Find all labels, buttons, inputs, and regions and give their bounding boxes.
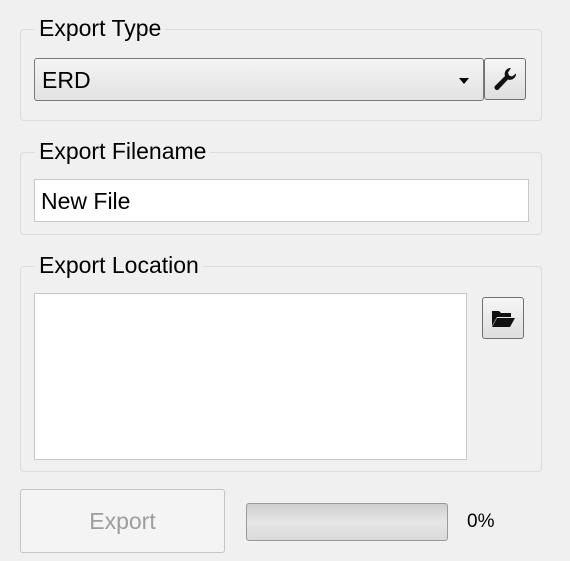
export-filename-input[interactable]: New File — [34, 179, 529, 222]
export-filename-label: Export Filename — [35, 137, 211, 165]
export-location-label: Export Location — [35, 251, 203, 279]
export-filename-value: New File — [41, 188, 131, 214]
export-location-group: Export Location — [20, 251, 542, 472]
progress-percent: 0% — [467, 511, 495, 532]
export-button[interactable]: Export — [20, 489, 225, 553]
export-type-value: ERD — [42, 67, 91, 93]
export-settings-button[interactable] — [484, 58, 526, 100]
dropdown-arrow-icon — [459, 78, 469, 84]
export-filename-group: Export Filename New File — [20, 137, 542, 235]
export-type-label: Export Type — [35, 14, 166, 42]
wrench-icon — [494, 67, 517, 91]
folder-open-icon — [492, 311, 515, 327]
browse-location-button[interactable] — [482, 297, 524, 339]
export-progress-bar — [246, 503, 448, 541]
export-type-group: Export Type ERD — [20, 14, 542, 121]
export-location-field[interactable] — [34, 293, 467, 460]
export-type-dropdown[interactable]: ERD — [34, 58, 484, 101]
